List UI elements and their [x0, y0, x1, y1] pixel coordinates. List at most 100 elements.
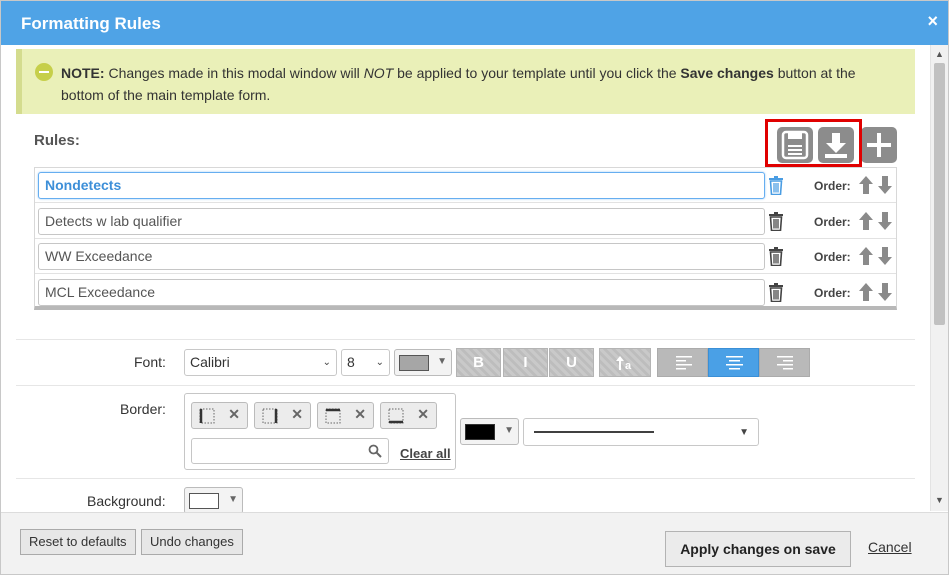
font-label: Font:	[134, 354, 166, 370]
remove-icon[interactable]: ✕	[354, 406, 366, 423]
underline-button[interactable]: U	[549, 348, 594, 377]
scroll-up-arrow-icon[interactable]: ▲	[931, 47, 948, 61]
border-color-picker[interactable]: ▼	[460, 418, 519, 445]
align-left-icon	[676, 356, 692, 370]
arrow-down-icon[interactable]	[878, 211, 892, 230]
rule-row[interactable]: WW Exceedance Order:	[35, 239, 896, 274]
apply-changes-button[interactable]: Apply changes on save	[665, 531, 851, 567]
vertical-scrollbar[interactable]: ▲ ▼	[930, 45, 948, 511]
divider	[16, 385, 915, 386]
divider	[16, 478, 915, 479]
border-left-toggle[interactable]: ✕	[191, 402, 248, 429]
add-rule-button[interactable]	[861, 127, 897, 163]
chevron-down-icon: ▼	[228, 494, 238, 505]
note-text: NOTE: Changes made in this modal window …	[61, 62, 891, 106]
remove-icon[interactable]: ✕	[417, 406, 429, 423]
italic-button[interactable]: I	[503, 348, 548, 377]
dialog-footer: Reset to defaults Undo changes Apply cha…	[1, 512, 948, 574]
line-style-preview	[534, 431, 654, 433]
reset-to-defaults-button[interactable]: Reset to defaults	[20, 529, 136, 555]
border-bottom-toggle[interactable]: ✕	[380, 402, 437, 429]
arrow-down-icon[interactable]	[878, 176, 892, 194]
rule-row[interactable]: MCL Exceedance Order:	[35, 275, 896, 307]
cancel-link[interactable]: Cancel	[868, 539, 912, 555]
note-strong: Save changes	[680, 65, 774, 81]
highlight-box	[765, 119, 862, 167]
scroll-down-arrow-icon[interactable]: ▼	[931, 493, 948, 507]
search-icon	[368, 444, 382, 458]
chevron-down-icon: ⌄	[322, 357, 331, 368]
border-bottom-icon	[388, 408, 404, 424]
arrow-down-icon[interactable]	[878, 247, 892, 265]
trash-icon[interactable]	[768, 211, 784, 231]
border-top-toggle[interactable]: ✕	[317, 402, 374, 429]
background-label: Background:	[87, 493, 166, 509]
align-center-button[interactable]	[708, 348, 759, 377]
trash-icon[interactable]	[768, 247, 784, 267]
rules-list: Nondetects Order: Detects w lab qualifier O…	[34, 167, 897, 310]
arrow-down-icon[interactable]	[878, 282, 892, 301]
trash-icon[interactable]	[768, 176, 784, 196]
close-icon[interactable]: ×	[927, 11, 938, 32]
border-right-icon	[262, 408, 278, 424]
border-left-icon	[199, 408, 215, 424]
order-label: Order:	[814, 250, 851, 264]
note-prefix: NOTE:	[61, 65, 105, 81]
bold-button[interactable]: B	[456, 348, 501, 377]
note-text-part: Changes made in this modal window will	[104, 65, 364, 81]
undo-changes-button[interactable]: Undo changes	[141, 529, 243, 555]
remove-icon[interactable]: ✕	[228, 406, 240, 423]
rule-name-input[interactable]: MCL Exceedance	[38, 278, 765, 306]
arrow-up-icon[interactable]	[859, 247, 873, 265]
order-label: Order:	[814, 214, 851, 229]
font-family-value: Calibri	[190, 354, 230, 370]
font-family-select[interactable]: Calibri ⌄	[184, 349, 337, 376]
text-direction-button[interactable]: a	[599, 348, 651, 377]
chevron-down-icon: ⌄	[375, 357, 384, 368]
border-right-toggle[interactable]: ✕	[254, 402, 311, 429]
border-search-input[interactable]	[191, 438, 389, 464]
remove-icon[interactable]: ✕	[291, 406, 303, 423]
rule-row[interactable]: Detects w lab qualifier Order:	[35, 204, 896, 239]
align-right-button[interactable]	[759, 348, 810, 377]
border-label: Border:	[120, 401, 166, 417]
note-text-part: be applied to your template until you cl…	[393, 65, 681, 81]
rule-row[interactable]: Nondetects Order:	[35, 168, 896, 203]
rule-name-input[interactable]: Detects w lab qualifier	[38, 207, 765, 235]
text-rotate-icon: a	[616, 356, 632, 372]
arrow-up-icon[interactable]	[859, 211, 873, 230]
minus-circle-icon	[35, 63, 53, 81]
order-label: Order:	[814, 285, 851, 300]
font-color-picker[interactable]: ▼	[394, 349, 452, 376]
note-emphasis: NOT	[363, 65, 394, 81]
border-top-icon	[325, 408, 341, 424]
dialog-titlebar: Formatting Rules ×	[1, 1, 948, 45]
background-color-picker[interactable]: ▼	[184, 487, 243, 514]
align-right-icon	[777, 356, 793, 370]
rule-name-input[interactable]: Nondetects	[38, 172, 765, 199]
font-size-value: 8	[347, 354, 355, 370]
font-color-swatch	[399, 355, 429, 371]
arrow-up-icon[interactable]	[859, 176, 873, 194]
plus-icon	[867, 133, 891, 157]
formatting-rules-dialog: Formatting Rules × ▲ ▼ NOTE: Changes mad…	[0, 0, 949, 575]
rule-name-input[interactable]: WW Exceedance	[38, 243, 765, 270]
border-color-swatch	[465, 424, 495, 440]
background-color-swatch	[189, 493, 219, 509]
order-label: Order:	[814, 179, 851, 193]
svg-text:a: a	[625, 360, 632, 372]
clear-all-link[interactable]: Clear all	[400, 446, 451, 461]
align-left-button[interactable]	[657, 348, 708, 377]
rules-label: Rules:	[34, 132, 80, 149]
arrow-up-icon[interactable]	[859, 282, 873, 301]
scrollbar-thumb[interactable]	[934, 63, 945, 325]
trash-icon[interactable]	[768, 282, 784, 302]
chevron-down-icon: ▼	[504, 425, 514, 436]
border-style-select[interactable]: ▼	[523, 418, 759, 446]
font-size-select[interactable]: 8 ⌄	[341, 349, 390, 376]
border-sides-panel: ✕ ✕ ✕ ✕ Clear all	[184, 393, 456, 470]
note-banner: NOTE: Changes made in this modal window …	[16, 49, 915, 114]
divider	[16, 339, 915, 340]
align-center-icon	[726, 356, 743, 370]
chevron-down-icon: ▼	[739, 427, 749, 438]
